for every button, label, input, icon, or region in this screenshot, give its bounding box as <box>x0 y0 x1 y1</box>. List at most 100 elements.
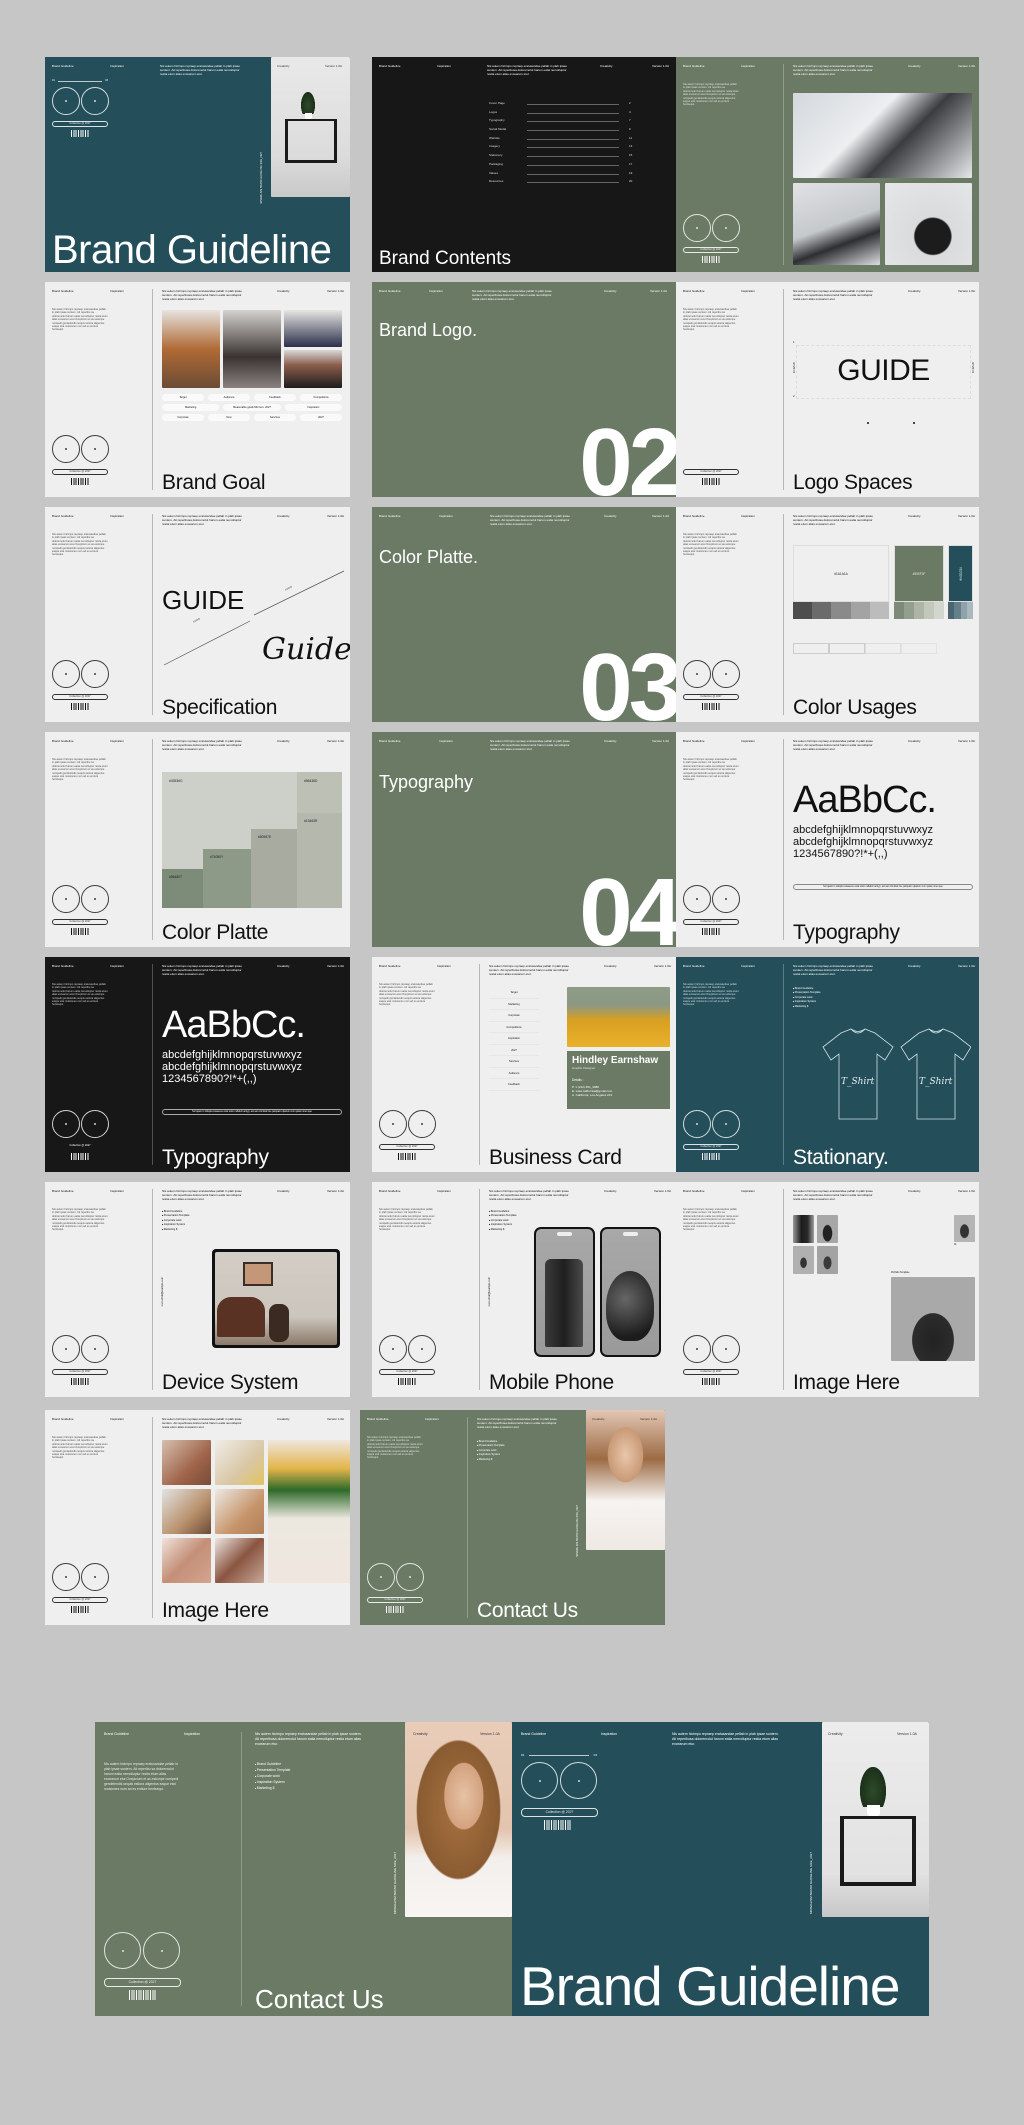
circle-marks <box>379 1110 436 1138</box>
circle-icon <box>52 87 80 115</box>
collection-badge: Collection @ 2027 <box>683 1369 739 1375</box>
slide-cover[interactable]: Brand Guideline Inspiration Nis autem hi… <box>45 57 350 272</box>
circle-marks <box>52 885 109 913</box>
collection-badge: Collection @ 2027 <box>52 469 108 475</box>
header-paragraph: Nis autem hicimpo repraep eratusandae pe… <box>472 289 552 301</box>
plant-icon <box>301 92 315 114</box>
section-number: 04 <box>579 859 676 948</box>
header-paragraph: Nis autem hicimpo repraep eratusandae pe… <box>487 64 567 76</box>
bullet-item: Marketing $ <box>489 1228 517 1232</box>
card-menu-item: Feedback <box>489 1079 539 1091</box>
header-brand: Brand Guideline <box>52 289 74 293</box>
toc-label: Social Media <box>489 127 507 132</box>
circle-icon <box>52 885 80 913</box>
slide-specification[interactable]: Brand Guideline Inspiration Nis autem hi… <box>45 507 350 722</box>
photo-yoga <box>223 310 281 388</box>
slide-contents[interactable]: Brand Guideline Inspiration Nis autem hi… <box>372 57 676 272</box>
circle-icon <box>683 660 711 688</box>
header-version: Version 1.0A <box>640 1417 658 1421</box>
toc-line <box>527 173 619 175</box>
header-version: Version 1.0A <box>958 964 976 968</box>
header-version: Version 1.0A <box>650 289 668 293</box>
divider <box>467 1417 468 1618</box>
header-creativity: Creativity <box>828 1732 843 1736</box>
card-menu-item: Services <box>489 1056 539 1068</box>
header-brand: Brand Guideline <box>683 964 705 968</box>
tint-swatch <box>894 602 904 619</box>
header-inspiration: Inspiration <box>110 964 124 968</box>
digits-line: 1234567890?!*+(,,) <box>162 1073 257 1085</box>
slide-image-here-2[interactable]: Brand Guideline Inspiration Nis autem hi… <box>45 1410 350 1625</box>
toc-row: Packaging 17 <box>489 161 639 170</box>
bullet-list: Brand GuidelinePresentation TemplateCorp… <box>162 1210 190 1232</box>
slide-image-here-1[interactable]: Brand Guideline Inspiration Nis autem hi… <box>676 1182 979 1397</box>
circle-marks <box>683 1110 740 1138</box>
goal-tags: Target Audience Feedback Competitions Market… <box>162 394 342 424</box>
hero-cover[interactable]: Brand Guideline Inspiration Nis autem hi… <box>512 1722 929 2016</box>
divider <box>152 514 153 715</box>
header-paragraph: Nis autem hicimpo repraep eratusandae pe… <box>162 514 242 526</box>
slide-color-platte[interactable]: Brand Guideline Inspiration Nis autem hi… <box>45 732 350 947</box>
slide-color-platte-section[interactable]: Brand Guideline Inspiration Nis autem hi… <box>372 507 676 722</box>
header-creativity: Creativity <box>908 289 921 293</box>
side-paragraph: Nis autem hicimpo repraep eratusandae pe… <box>52 758 108 782</box>
slide-typography[interactable]: Brand Guideline Inspiration Nis autem hi… <box>676 732 979 947</box>
platte-block: #56480T <box>162 869 203 908</box>
tint-swatch <box>831 602 851 619</box>
slide-imagery[interactable]: Brand Guideline Inspiration Nis autem hi… <box>676 57 979 272</box>
slide-stationary[interactable]: Brand Guideline Inspiration Nis autem hi… <box>676 957 979 1172</box>
slide-contact[interactable]: Brand Guideline Inspiration Nis autem hi… <box>360 1410 665 1625</box>
goal-tag: Corporate <box>162 414 204 421</box>
toc-line <box>527 104 619 105</box>
circle-marks <box>367 1563 424 1591</box>
collection-badge: Collection @ 2027 <box>683 247 739 253</box>
dot-mark <box>913 422 915 424</box>
slide-brand-goal[interactable]: Brand Guideline Inspiration Nis autem hi… <box>45 282 350 497</box>
tshirt-mockups <box>822 1028 971 1120</box>
platte-hex: #74080Y <box>210 855 224 859</box>
slide-typography-dark[interactable]: Brand Guideline Inspiration Nis autem hi… <box>45 957 350 1172</box>
table-icon <box>840 1816 916 1886</box>
toc-page: 17 <box>629 161 633 166</box>
toc-label: Stationery <box>489 153 503 158</box>
slide-typography-section[interactable]: Brand Guideline Inspiration Nis autem hi… <box>372 732 676 947</box>
digits-line: 1234567890?!*+(,,) <box>793 848 888 860</box>
platte-block: #56436D <box>297 772 342 813</box>
header-inspiration: Inspiration <box>601 1732 618 1736</box>
header-creativity: Creativity <box>604 1189 617 1193</box>
circle-icon <box>81 660 109 688</box>
card-details-label: Details : <box>572 1078 584 1082</box>
side-paragraph: Nis autem hicimpo repraep eratusandae pe… <box>683 533 739 557</box>
header-paragraph: Nis autem hicimpo repraep eratusandae pe… <box>255 1732 362 1746</box>
slide-business-card[interactable]: Brand Guideline Inspiration Nis autem hi… <box>372 957 676 1172</box>
header-creativity: Creativity <box>604 964 617 968</box>
dim-label: 2 <box>793 394 795 398</box>
circle-icon <box>408 1335 436 1363</box>
side-paragraph: Nis autem hicimpo repraep eratusandae pe… <box>52 1436 108 1460</box>
goal-tag: Target <box>162 394 204 401</box>
header-inspiration: Inspiration <box>741 64 755 68</box>
collection-badge: Collection @ 2027 <box>52 919 108 925</box>
slide-color-usages[interactable]: Brand Guideline Inspiration Nis autem hi… <box>676 507 979 722</box>
slide-logo-spaces[interactable]: Brand Guideline Inspiration Nis autem hi… <box>676 282 979 497</box>
divider <box>783 964 784 1165</box>
slide-mobile-phone[interactable]: Brand Guideline Inspiration Nis autem hi… <box>372 1182 676 1397</box>
header-version: Version 1.0A <box>327 739 345 743</box>
goal-tag: Measurable goals Mb hers. 2027 <box>223 404 281 411</box>
toc-page: 2 <box>629 101 631 105</box>
header-inspiration: Inspiration <box>110 514 124 518</box>
header-version: Version 1.0A <box>958 64 976 68</box>
slide-brand-logo[interactable]: Brand Guideline Inspiration Nis autem hi… <box>372 282 676 497</box>
slide-device-system[interactable]: Brand Guideline Inspiration Nis autem hi… <box>45 1182 350 1397</box>
bullet-item: Marketing $ <box>793 1005 821 1009</box>
plant-table-photo <box>271 57 350 197</box>
hero-contact[interactable]: Brand Guideline Inspiration Nis autem hi… <box>95 1722 512 2016</box>
card-address: A. California, Los Angeles 213 <box>572 1093 613 1097</box>
side-paragraph: Nis autem hicimpo repraep eratusandae pe… <box>683 308 739 332</box>
color-platte-title: Color Platte <box>162 921 269 944</box>
divider <box>152 289 153 490</box>
color-swatch: #1D3D4A <box>948 545 973 602</box>
divider <box>783 64 784 265</box>
toc-label: Resources <box>489 179 504 184</box>
usage-box <box>865 643 901 654</box>
